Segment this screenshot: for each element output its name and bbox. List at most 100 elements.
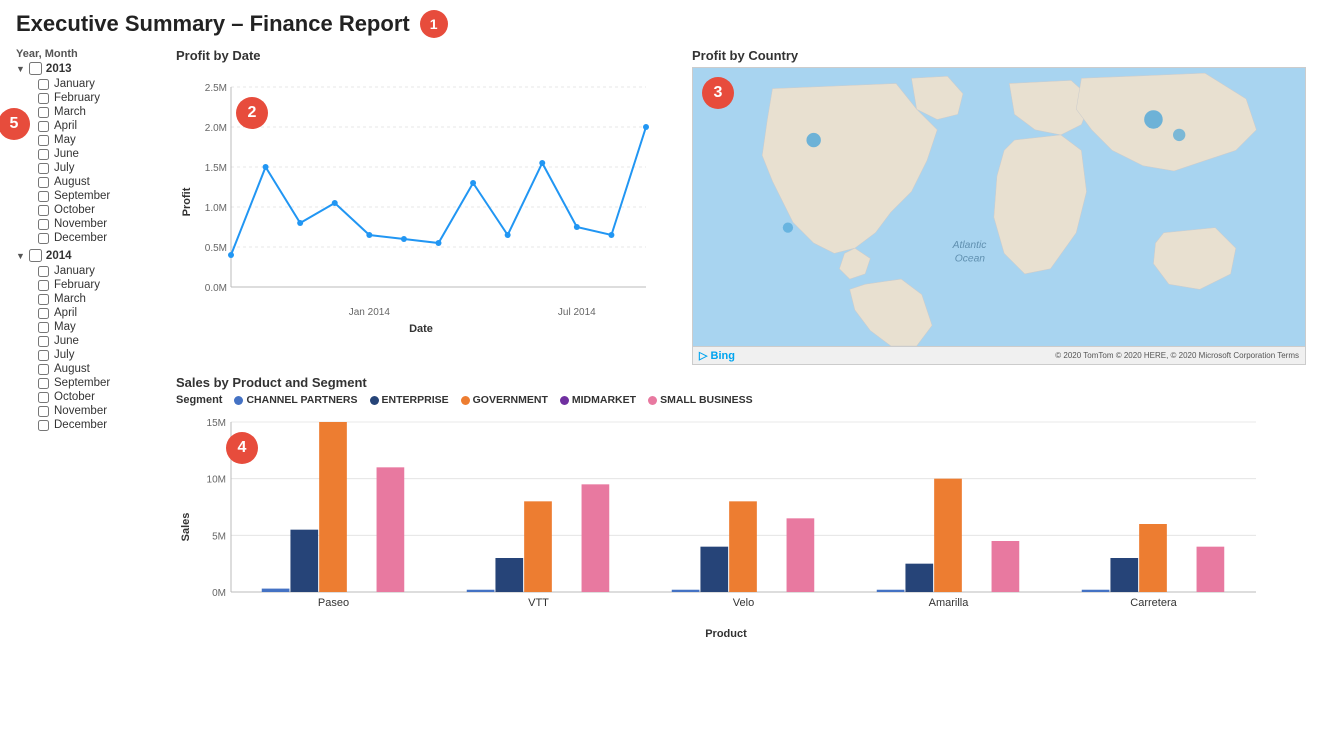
- month-checkbox-February-2013[interactable]: [38, 93, 49, 104]
- month-checkbox-March-2014[interactable]: [38, 294, 49, 305]
- month-label-July-2013: July: [54, 162, 74, 174]
- month-item-May-2013[interactable]: May: [38, 133, 172, 147]
- map-card: Profit by Country 3: [692, 48, 1306, 365]
- map-svg: Atlantic Ocean: [693, 68, 1305, 346]
- month-checkbox-June-2014[interactable]: [38, 336, 49, 347]
- month-item-August-2013[interactable]: August: [38, 175, 172, 189]
- month-checkbox-June-2013[interactable]: [38, 149, 49, 160]
- month-item-April-2014[interactable]: April: [38, 306, 172, 320]
- month-label-March-2013: March: [54, 106, 86, 118]
- month-item-December-2014[interactable]: December: [38, 418, 172, 432]
- sales-badge: 4: [226, 432, 258, 464]
- month-checkbox-May-2014[interactable]: [38, 322, 49, 333]
- legend-label: GOVERNMENT: [473, 394, 548, 406]
- month-checkbox-September-2014[interactable]: [38, 378, 49, 389]
- legend: Segment CHANNEL PARTNERSENTERPRISEGOVERN…: [176, 394, 1306, 406]
- sales-chart-card: Sales by Product and Segment Segment CHA…: [176, 375, 1306, 731]
- svg-text:1.0M: 1.0M: [205, 203, 227, 214]
- month-item-October-2013[interactable]: October: [38, 203, 172, 217]
- legend-dot: [461, 396, 470, 405]
- legend-dot: [234, 396, 243, 405]
- month-label-May-2014: May: [54, 321, 76, 333]
- svg-text:VTT: VTT: [528, 597, 549, 609]
- month-item-August-2014[interactable]: August: [38, 362, 172, 376]
- month-item-April-2013[interactable]: April: [38, 119, 172, 133]
- month-label-October-2013: October: [54, 204, 95, 216]
- month-item-March-2014[interactable]: March: [38, 292, 172, 306]
- month-item-February-2014[interactable]: February: [38, 278, 172, 292]
- sidebar-years: ▼2013JanuaryFebruaryMarchAprilMayJuneJul…: [16, 62, 172, 432]
- month-checkbox-September-2013[interactable]: [38, 191, 49, 202]
- year-checkbox-2014[interactable]: [29, 249, 42, 262]
- month-checkbox-August-2013[interactable]: [38, 177, 49, 188]
- year-header-2013[interactable]: ▼ 2013: [16, 62, 172, 75]
- bing-logo: ▷ Bing: [699, 349, 735, 362]
- month-item-October-2014[interactable]: October: [38, 390, 172, 404]
- month-checkbox-January-2014[interactable]: [38, 266, 49, 277]
- month-item-September-2013[interactable]: September: [38, 189, 172, 203]
- month-checkbox-April-2014[interactable]: [38, 308, 49, 319]
- month-item-December-2013[interactable]: December: [38, 231, 172, 245]
- header-badge: 1: [420, 10, 448, 38]
- month-checkbox-July-2013[interactable]: [38, 163, 49, 174]
- month-item-January-2014[interactable]: January: [38, 264, 172, 278]
- month-label-May-2013: May: [54, 134, 76, 146]
- svg-text:Atlantic: Atlantic: [952, 240, 988, 251]
- profit-chart-card: Profit by Date 2 0.0M0.5M1.0M1.5M2.0M2.5…: [176, 48, 676, 365]
- month-label-July-2014: July: [54, 349, 74, 361]
- svg-text:Jul 2014: Jul 2014: [558, 307, 596, 318]
- month-item-September-2014[interactable]: September: [38, 376, 172, 390]
- month-checkbox-October-2014[interactable]: [38, 392, 49, 403]
- month-list-2014: JanuaryFebruaryMarchApril MayJuneJulyAugu…: [16, 264, 172, 432]
- month-checkbox-February-2014[interactable]: [38, 280, 49, 291]
- month-checkbox-May-2013[interactable]: [38, 135, 49, 146]
- sidebar: Year, Month ▼2013JanuaryFebruaryMarchApr…: [16, 48, 176, 436]
- chevron-icon: ▼: [16, 64, 25, 74]
- month-item-January-2013[interactable]: January: [38, 77, 172, 91]
- legend-item-SMALL BUSINESS: SMALL BUSINESS: [648, 394, 753, 406]
- month-item-June-2013[interactable]: June: [38, 147, 172, 161]
- month-item-July-2013[interactable]: July: [38, 161, 172, 175]
- month-checkbox-January-2013[interactable]: [38, 79, 49, 90]
- month-checkbox-October-2013[interactable]: [38, 205, 49, 216]
- svg-text:15M: 15M: [207, 418, 226, 429]
- month-item-November-2014[interactable]: November: [38, 404, 172, 418]
- svg-text:Sales: Sales: [180, 513, 192, 542]
- svg-text:0.0M: 0.0M: [205, 283, 227, 294]
- month-checkbox-April-2013[interactable]: [38, 121, 49, 132]
- month-item-March-2013[interactable]: March: [38, 105, 172, 119]
- profit-badge: 2: [236, 97, 268, 129]
- right-panel: Profit by Date 2 0.0M0.5M1.0M1.5M2.0M2.5…: [176, 48, 1306, 731]
- sales-chart-svg: 0M5M10M15MProductSalesPaseoVTTVeloAmaril…: [176, 412, 1276, 642]
- year-header-2014[interactable]: ▼2014: [16, 249, 172, 262]
- month-item-May-2014[interactable]: May: [38, 320, 172, 334]
- month-checkbox-November-2013[interactable]: [38, 219, 49, 230]
- month-label-April-2014: April: [54, 307, 77, 319]
- svg-text:Paseo: Paseo: [318, 597, 349, 609]
- month-list-2013: JanuaryFebruary March April MayJuneJulyAugu…: [16, 77, 172, 245]
- svg-text:0.5M: 0.5M: [205, 243, 227, 254]
- year-label-2013: 2013: [46, 63, 72, 75]
- legend-label: ENTERPRISE: [382, 394, 449, 406]
- month-checkbox-December-2014[interactable]: [38, 420, 49, 431]
- legend-label: CHANNEL PARTNERS: [246, 394, 357, 406]
- svg-text:2.5M: 2.5M: [205, 83, 227, 94]
- month-checkbox-July-2014[interactable]: [38, 350, 49, 361]
- month-label-September-2013: September: [54, 190, 110, 202]
- map-attribution: © 2020 TomTom © 2020 HERE, © 2020 Micros…: [1055, 351, 1299, 360]
- month-item-November-2013[interactable]: November: [38, 217, 172, 231]
- month-label-September-2014: September: [54, 377, 110, 389]
- map-badge: 3: [702, 77, 734, 109]
- month-checkbox-November-2014[interactable]: [38, 406, 49, 417]
- month-item-June-2014[interactable]: June: [38, 334, 172, 348]
- month-checkbox-December-2013[interactable]: [38, 233, 49, 244]
- month-item-July-2014[interactable]: July: [38, 348, 172, 362]
- svg-text:1.5M: 1.5M: [205, 163, 227, 174]
- month-item-February-2013[interactable]: February: [38, 91, 172, 105]
- month-label-February-2013: February: [54, 92, 100, 104]
- month-checkbox-August-2014[interactable]: [38, 364, 49, 375]
- year-checkbox-2013[interactable]: [29, 62, 42, 75]
- month-checkbox-March-2013[interactable]: [38, 107, 49, 118]
- month-label-April-2013: April: [54, 120, 77, 132]
- svg-text:Jan 2014: Jan 2014: [349, 307, 391, 318]
